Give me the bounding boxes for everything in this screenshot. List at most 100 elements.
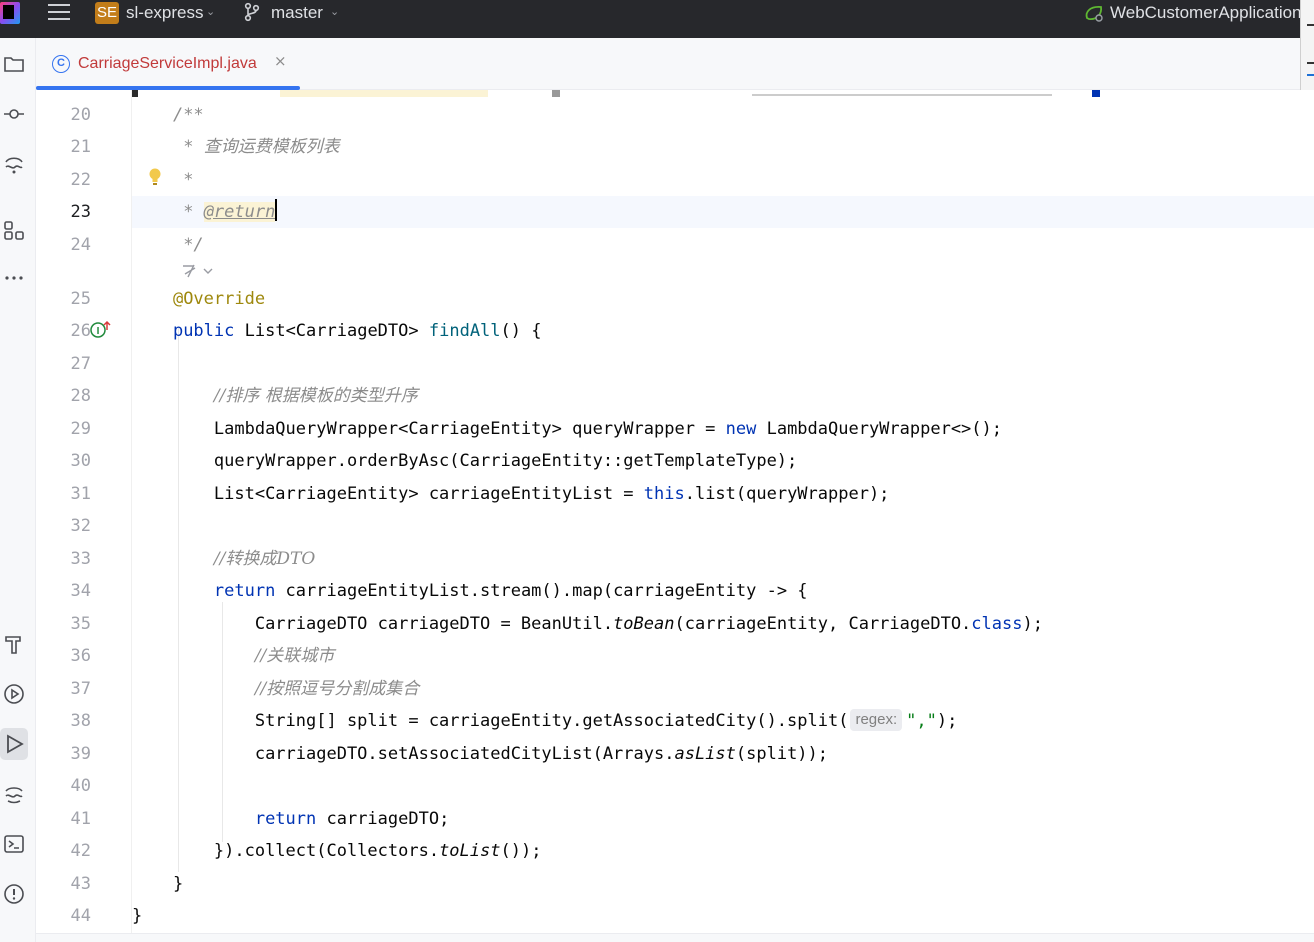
code-line[interactable]: queryWrapper.orderByAsc(CarriageEntity::…: [132, 445, 1314, 477]
code-line[interactable]: carriageDTO.setAssociatedCityList(Arrays…: [132, 738, 1314, 770]
code-line[interactable]: }: [132, 868, 1314, 900]
tab-label: CarriageServiceImpl.java: [78, 55, 257, 72]
project-selector[interactable]: sl-express: [126, 3, 203, 23]
code-line[interactable]: LambdaQueryWrapper<CarriageEntity> query…: [132, 413, 1314, 445]
line-number: 32: [70, 516, 91, 536]
code-text: );: [1022, 614, 1043, 634]
line-number: 27: [70, 354, 91, 374]
structure-icon[interactable]: [0, 214, 28, 246]
code-line-current[interactable]: * @return: [132, 196, 1314, 228]
code-text: List<CarriageEntity> carriageEntityList …: [213, 484, 644, 504]
annotation-override: @Override: [172, 289, 266, 309]
javadoc-star: *: [183, 202, 194, 222]
line-number: 20: [70, 105, 91, 125]
comment: //按照逗号分割成集合: [254, 679, 420, 699]
code-text: ());: [500, 841, 542, 861]
keyword: this: [643, 484, 685, 504]
keyword: class: [971, 614, 1023, 634]
code-line[interactable]: //按照逗号分割成集合: [132, 673, 1314, 705]
static-method: toList: [439, 841, 501, 861]
line-number-gutter[interactable]: 20 21 22 23 24 25 26 27 28 29 30 31 32 3…: [36, 90, 161, 942]
code-line[interactable]: //关联城市: [132, 640, 1314, 672]
string-literal: ",": [906, 711, 937, 731]
scrolled-line-fragment: [132, 90, 1312, 97]
line-number: 39: [70, 744, 91, 764]
project-icon[interactable]: [0, 48, 28, 80]
code-line[interactable]: CarriageDTO carriageDTO = BeanUtil.toBea…: [132, 608, 1314, 640]
code-text: List<CarriageDTO>: [244, 321, 419, 341]
javadoc-close: */: [183, 235, 204, 255]
build-icon[interactable]: [0, 628, 28, 660]
code-line[interactable]: public List<CarriageDTO> findAll() {: [132, 315, 1314, 347]
close-icon[interactable]: ×: [274, 52, 287, 70]
code-line[interactable]: List<CarriageEntity> carriageEntityList …: [132, 478, 1314, 510]
code-text: queryWrapper.orderByAsc(CarriageEntity::…: [213, 451, 798, 471]
line-number: 24: [70, 235, 91, 255]
terminal-icon[interactable]: [0, 828, 28, 860]
line-number: 43: [70, 874, 91, 894]
line-number: 33: [70, 549, 91, 569]
keyword: return: [213, 581, 276, 601]
class-icon: C: [52, 55, 70, 73]
code-line[interactable]: * 查询运费模板列表: [132, 131, 1314, 163]
code-line[interactable]: }: [132, 900, 1314, 932]
comment: //排序 根据模板的类型升序: [213, 386, 418, 406]
tab-carriage-service-impl[interactable]: C CarriageServiceImpl.java ×: [36, 38, 300, 90]
javadoc-star: *: [183, 137, 194, 157]
line-number: 21: [70, 137, 91, 157]
line-number: 25: [70, 289, 91, 309]
line-number: 44: [70, 906, 91, 926]
services-icon[interactable]: [0, 678, 28, 710]
svg-text:I: I: [97, 326, 100, 337]
code-line[interactable]: String[] split = carriageEntity.getAssoc…: [132, 705, 1314, 737]
run-icon[interactable]: [0, 728, 28, 760]
code-line[interactable]: return carriageEntityList.stream().map(c…: [132, 575, 1314, 607]
keyword: return: [254, 809, 317, 829]
line-number: 26: [70, 321, 91, 341]
code-line[interactable]: //排序 根据模板的类型升序: [132, 380, 1314, 412]
pull-requests-icon[interactable]: [0, 148, 28, 180]
code-line[interactable]: }).collect(Collectors.toList());: [132, 835, 1314, 867]
editor-bottom-edge: [36, 933, 1314, 942]
implements-method-icon[interactable]: I: [90, 320, 112, 340]
line-number: 42: [70, 841, 91, 861]
main-menu-icon[interactable]: [48, 4, 70, 22]
line-number: 31: [70, 484, 91, 504]
code-line[interactable]: /**: [132, 99, 1314, 131]
code-editor[interactable]: 20 21 22 23 24 25 26 27 28 29 30 31 32 3…: [36, 90, 1314, 942]
code-text: (split));: [735, 744, 829, 764]
intellij-logo-icon[interactable]: [0, 2, 20, 24]
line-number: 34: [70, 581, 91, 601]
keyword: new: [725, 419, 757, 439]
code-line[interactable]: @Override: [132, 283, 1314, 315]
problems-icon[interactable]: [0, 878, 28, 910]
code-text: String[] split = carriageEntity.getAssoc…: [254, 711, 849, 731]
project-badge[interactable]: SE: [95, 2, 119, 24]
commit-icon[interactable]: [0, 98, 28, 130]
git-branch-selector[interactable]: master: [271, 3, 323, 23]
title-bar: SE sl-express ⌄ master ⌄ WebCustomerAppl…: [0, 0, 1314, 38]
code-text: carriageDTO;: [316, 809, 450, 829]
code-line[interactable]: */: [132, 229, 1314, 261]
run-configuration-selector[interactable]: WebCustomerApplication: [1110, 3, 1302, 23]
text-caret: [275, 199, 278, 221]
line-number: 30: [70, 451, 91, 471]
code-line[interactable]: //转换成DTO: [132, 543, 1314, 575]
code-text: LambdaQueryWrapper<>();: [756, 419, 1002, 439]
ai-assistant-hint-icon[interactable]: [181, 262, 217, 280]
code-text: }: [132, 906, 143, 926]
keyword: public: [172, 321, 235, 341]
problems-wave-icon[interactable]: [0, 778, 28, 810]
code-text: carriageEntityList.stream().map(carriage…: [275, 581, 808, 601]
method-name: findAll: [428, 321, 501, 341]
line-number: 29: [70, 419, 91, 439]
code-text: (carriageEntity, CarriageDTO.: [674, 614, 972, 634]
javadoc-star: *: [183, 170, 194, 190]
more-icon[interactable]: [0, 262, 28, 294]
code-line[interactable]: return carriageDTO;: [132, 803, 1314, 835]
line-number: 28: [70, 386, 91, 406]
git-branch-icon[interactable]: [243, 2, 261, 22]
chevron-down-icon[interactable]: ⌄: [206, 5, 215, 18]
chevron-down-icon[interactable]: ⌄: [330, 5, 339, 18]
code-line[interactable]: *: [132, 164, 1314, 196]
